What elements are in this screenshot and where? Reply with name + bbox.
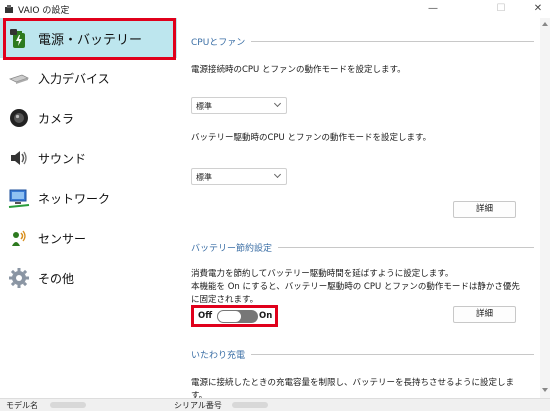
camera-icon [10, 109, 28, 127]
battery-mode-select[interactable]: 標準 [191, 168, 287, 185]
battery-saver-description-3: に固定されます。 [191, 295, 259, 305]
model-name-redacted [50, 402, 86, 408]
select-value: 標準 [196, 173, 212, 182]
select-value: 標準 [196, 102, 212, 111]
care-charge-description: 電源に接続したときの充電容量を制限し、バッテリーを長持ちさせるように設定しま [191, 378, 515, 388]
sidebar-item-label: サウンド [38, 152, 87, 166]
sidebar-item-sound[interactable]: サウンド [0, 138, 177, 178]
section-header-battery-saver: バッテリー節約設定 [191, 241, 534, 254]
close-button[interactable]: ✕ [515, 0, 550, 18]
toggle-knob[interactable] [218, 311, 241, 322]
toggle-on-label: On [259, 311, 273, 321]
battery-saver-description-2: 本機能を On にすると、バッテリー駆動時の CPU とファンの動作モードは静か… [191, 282, 520, 292]
chevron-down-icon [273, 99, 282, 108]
touchpad-icon [8, 74, 30, 84]
battery-saver-details-button[interactable]: 詳細 [453, 306, 516, 323]
scroll-up-icon[interactable] [542, 22, 548, 26]
settings-panel: CPUとファン 電源接続時のCPU とファンの動作モードを設定します。 標準 バ… [177, 18, 540, 401]
cpu-fan-details-button[interactable]: 詳細 [453, 201, 516, 218]
minimize-button[interactable]: — [410, 0, 456, 18]
sensor-icon [12, 230, 26, 246]
section-title: バッテリー節約設定 [191, 241, 279, 254]
serial-number-redacted [232, 402, 268, 408]
section-title: CPUとファン [191, 35, 252, 48]
sidebar-item-label: センサー [38, 232, 87, 246]
sidebar-item-label: 入力デバイス [38, 72, 110, 86]
status-bar: モデル名 シリアル番号 [0, 398, 550, 411]
battery-mode-description: バッテリー駆動時のCPU とファンの動作モードを設定します。 [191, 133, 432, 143]
sidebar-item-input-devices[interactable]: 入力デバイス [0, 58, 177, 98]
sidebar: 電源・バッテリー 入力デバイス カメラ サウンド ネットワーク センサー その他 [0, 18, 177, 398]
sidebar-item-other[interactable]: その他 [0, 258, 177, 298]
ac-mode-select[interactable]: 標準 [191, 97, 287, 114]
model-name-label: モデル名 [6, 401, 38, 410]
sidebar-item-label: ネットワーク [38, 192, 111, 206]
sidebar-item-label: その他 [38, 272, 75, 286]
sidebar-item-sensor[interactable]: センサー [0, 218, 177, 258]
sidebar-item-label: カメラ [38, 112, 75, 126]
highlight-frame [3, 18, 176, 60]
vertical-scrollbar[interactable] [540, 18, 550, 398]
toggle-off-label: Off [198, 311, 213, 321]
toggle-track[interactable] [217, 310, 258, 323]
sidebar-item-network[interactable]: ネットワーク [0, 178, 177, 218]
sidebar-item-camera[interactable]: カメラ [0, 98, 177, 138]
scroll-down-icon[interactable] [542, 388, 548, 392]
chevron-down-icon [273, 170, 282, 179]
serial-number-label: シリアル番号 [174, 401, 222, 410]
app-icon [5, 5, 13, 13]
section-title: いたわり充電 [191, 348, 252, 361]
ac-mode-description: 電源接続時のCPU とファンの動作モードを設定します。 [191, 65, 406, 75]
window-title: VAIO の設定 [18, 6, 70, 16]
section-header-cpu-fan: CPUとファン [191, 35, 534, 48]
title-bar: VAIO の設定 — ☐ ✕ [0, 0, 550, 18]
network-icon [8, 189, 30, 208]
battery-saver-description-1: 消費電力を節約してバッテリー駆動時間を延ばすように設定します。 [191, 269, 454, 279]
gear-icon [9, 268, 29, 288]
sidebar-item-power-battery[interactable]: 電源・バッテリー [0, 18, 177, 60]
speaker-icon [11, 151, 27, 165]
section-header-care-charge: いたわり充電 [191, 348, 534, 361]
battery-saver-toggle[interactable]: Off On [191, 305, 278, 327]
